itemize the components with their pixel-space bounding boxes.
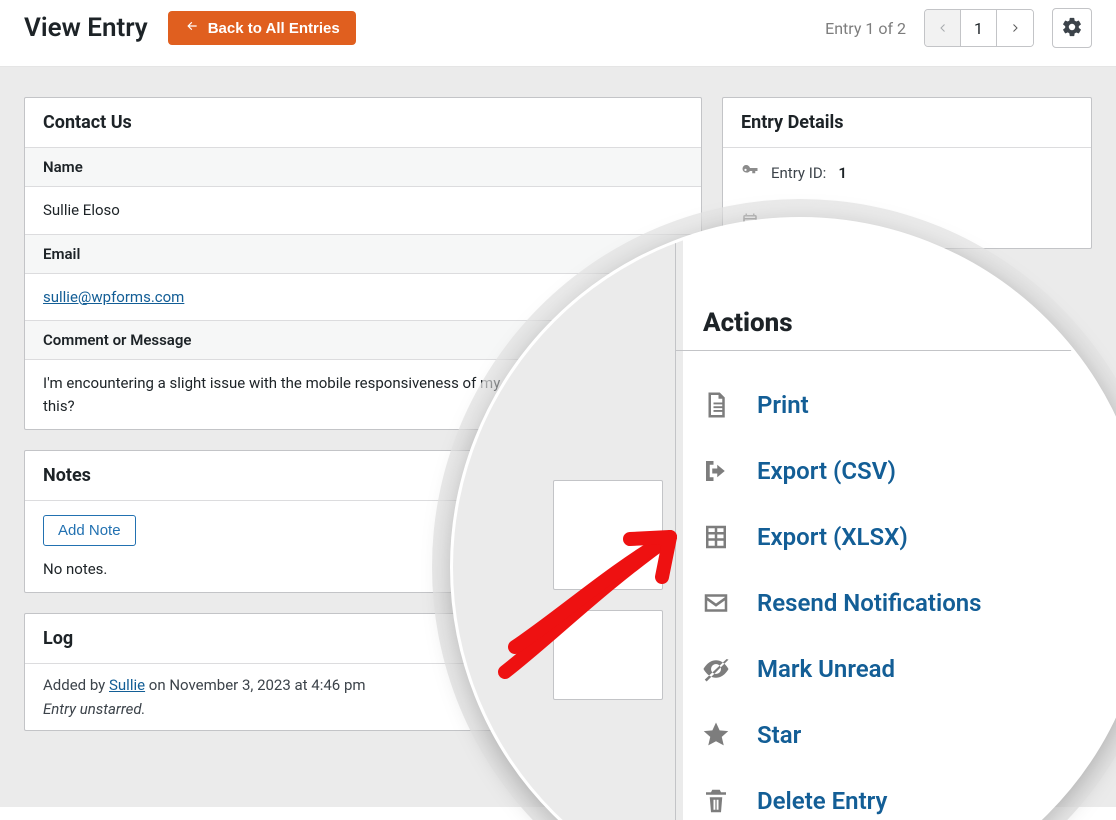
document-icon — [699, 390, 733, 420]
actions-title: Actions — [703, 308, 1107, 338]
action-resend-label: Resend Notifications — [757, 589, 982, 617]
pager-current: 1 — [961, 10, 997, 46]
action-export-csv[interactable]: Export (CSV) — [699, 438, 1107, 504]
log-suffix: on November 3, 2023 at 4:46 pm — [145, 676, 365, 694]
entry-id-row: Entry ID: 1 — [723, 148, 1091, 198]
eye-slash-icon — [699, 654, 733, 684]
page-title: View Entry — [24, 13, 148, 43]
add-note-button[interactable]: Add Note — [43, 515, 136, 546]
log-user-link[interactable]: Sullie — [109, 676, 145, 694]
action-print-label: Print — [757, 391, 809, 419]
pager: 1 — [924, 9, 1034, 47]
back-to-entries-button[interactable]: Back to All Entries — [168, 11, 356, 45]
gear-icon — [1061, 16, 1083, 41]
entry-id-value: 1 — [838, 164, 847, 182]
envelope-icon — [699, 588, 733, 618]
chevron-right-icon — [1009, 19, 1021, 38]
magnifier-overlay: 27 pm Actions Print — [450, 217, 1116, 820]
action-export-csv-label: Export (CSV) — [757, 457, 896, 485]
log-prefix: Added by — [43, 676, 109, 694]
action-export-xlsx-label: Export (XLSX) — [757, 523, 908, 551]
star-icon — [699, 720, 733, 750]
arrow-left-icon — [184, 19, 200, 37]
top-bar-right: Entry 1 of 2 1 — [825, 8, 1092, 48]
contact-panel-title: Contact Us — [25, 98, 701, 147]
key-icon — [741, 162, 759, 184]
export-icon — [699, 456, 733, 486]
magnifier-lens: 27 pm Actions Print — [450, 217, 1116, 820]
action-delete[interactable]: Delete Entry — [699, 768, 1107, 820]
back-to-entries-label: Back to All Entries — [208, 20, 340, 37]
action-resend[interactable]: Resend Notifications — [699, 570, 1107, 636]
action-star-label: Star — [757, 721, 801, 749]
entry-details-title: Entry Details — [723, 98, 1091, 148]
action-mark-unread-label: Mark Unread — [757, 655, 895, 683]
action-export-xlsx[interactable]: Export (XLSX) — [699, 504, 1107, 570]
action-delete-label: Delete Entry — [757, 787, 887, 815]
field-label-name: Name — [25, 147, 701, 187]
action-star[interactable]: Star — [699, 702, 1107, 768]
action-print[interactable]: Print — [699, 372, 1107, 438]
settings-button[interactable] — [1052, 8, 1092, 48]
entry-count-label: Entry 1 of 2 — [825, 19, 906, 38]
actions-divider — [675, 350, 1116, 351]
body-area: Contact Us Name Sullie Eloso Email sulli… — [0, 67, 1116, 807]
email-link[interactable]: sullie@wpforms.com — [43, 288, 184, 306]
entry-id-label: Entry ID: — [771, 164, 826, 182]
spreadsheet-icon — [699, 522, 733, 552]
pager-next-button[interactable] — [997, 10, 1033, 46]
top-bar: View Entry Back to All Entries Entry 1 o… — [0, 0, 1116, 67]
chevron-left-icon — [937, 19, 949, 38]
trash-icon — [699, 786, 733, 816]
actions-list: Print Export (CSV) Export (XLSX) — [699, 372, 1107, 820]
action-mark-unread[interactable]: Mark Unread — [699, 636, 1107, 702]
pager-prev-button[interactable] — [925, 10, 961, 46]
